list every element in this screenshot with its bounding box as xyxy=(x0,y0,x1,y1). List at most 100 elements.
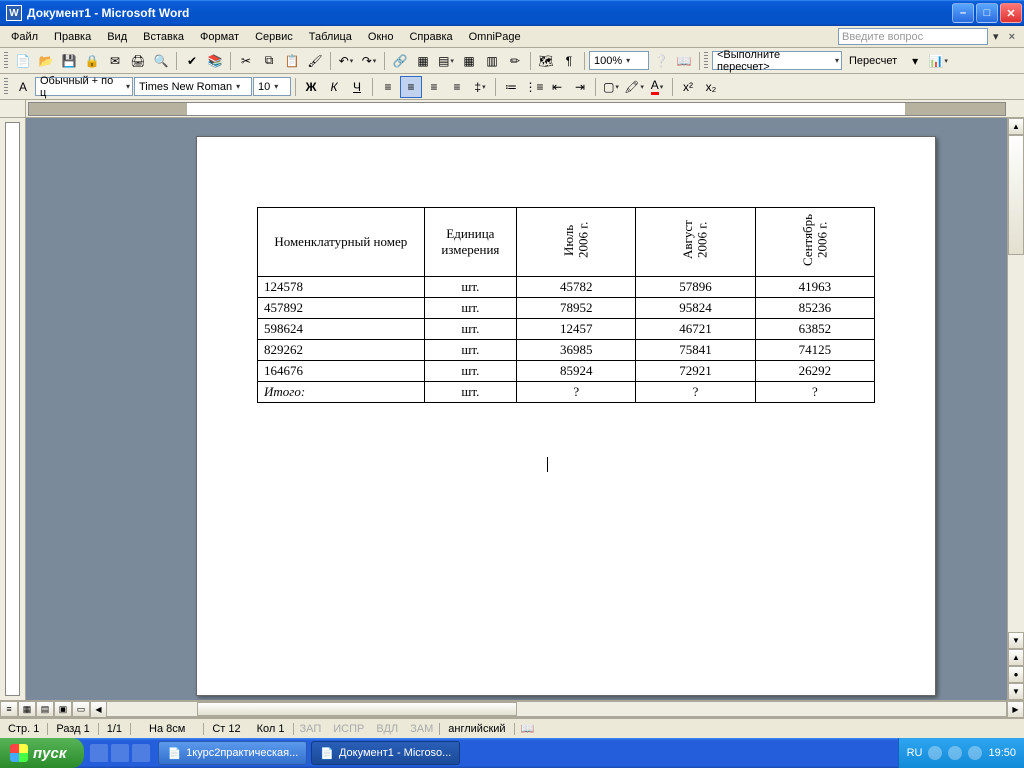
view-web-button[interactable]: ▦ xyxy=(18,701,36,717)
email-button[interactable]: ✉ xyxy=(104,50,126,72)
menu-insert[interactable]: Вставка xyxy=(136,29,191,45)
table-row[interactable]: 164676шт.859247292126292 xyxy=(258,361,875,382)
th-sep[interactable]: Сентябрь 2006 г. xyxy=(755,208,874,277)
font-combo[interactable]: Times New Roman▾ xyxy=(134,77,252,96)
highlight-button[interactable]: 🖍▾ xyxy=(623,76,645,98)
menu-view[interactable]: Вид xyxy=(100,29,134,45)
horizontal-ruler[interactable] xyxy=(0,100,1024,118)
hyperlink-button[interactable]: 🔗 xyxy=(389,50,411,72)
tray-icon[interactable] xyxy=(968,746,982,760)
ql-icon[interactable] xyxy=(111,744,129,762)
drawing-toggle-button[interactable]: ✏ xyxy=(504,50,526,72)
align-center-button[interactable]: ≡ xyxy=(400,76,422,98)
th-aug[interactable]: Август 2006 г. xyxy=(636,208,755,277)
hscroll-thumb[interactable] xyxy=(197,702,517,716)
status-ext[interactable]: ВДЛ xyxy=(370,723,404,735)
taskbar-item-active[interactable]: 📄Документ1 - Microso... xyxy=(311,741,460,765)
menu-omnipage[interactable]: OmniPage xyxy=(462,29,528,45)
hscroll-right-button[interactable]: ▶ xyxy=(1007,701,1024,718)
show-marks-button[interactable]: ¶ xyxy=(558,50,580,72)
hscroll-left-button[interactable]: ◀ xyxy=(90,701,107,718)
vertical-scrollbar[interactable]: ▲ ▼ ▲ ● ▼ xyxy=(1007,118,1024,700)
line-spacing-button[interactable]: ‡▾ xyxy=(469,76,491,98)
view-normal-button[interactable]: ≡ xyxy=(0,701,18,717)
research-button[interactable]: 📚 xyxy=(204,50,226,72)
view-outline-button[interactable]: ▣ xyxy=(54,701,72,717)
tables-borders-button[interactable]: ▦ xyxy=(412,50,434,72)
read-mode-button[interactable]: 📖 xyxy=(673,50,695,72)
scroll-down-button[interactable]: ▼ xyxy=(1008,632,1024,649)
th-nomen[interactable]: Номенклатурный номер xyxy=(258,208,425,277)
formula-button[interactable]: 📊▾ xyxy=(927,50,949,72)
th-unit[interactable]: Единица измерения xyxy=(424,208,517,277)
new-doc-button[interactable]: 📄 xyxy=(12,50,34,72)
menu-table[interactable]: Таблица xyxy=(302,29,359,45)
open-button[interactable]: 📂 xyxy=(35,50,57,72)
hscroll-track[interactable] xyxy=(107,701,1007,717)
ql-icon[interactable] xyxy=(90,744,108,762)
th-jul[interactable]: Июль 2006 г. xyxy=(517,208,636,277)
ask-dropdown-icon[interactable]: ▾ xyxy=(990,30,1002,43)
table-row-total[interactable]: Итого:шт.??? xyxy=(258,382,875,403)
permission-button[interactable]: 🔒 xyxy=(81,50,103,72)
scroll-thumb[interactable] xyxy=(1008,135,1024,255)
align-justify-button[interactable]: ≡ xyxy=(446,76,468,98)
tray-icon[interactable] xyxy=(928,746,942,760)
minimize-button[interactable]: – xyxy=(952,3,974,23)
table-row[interactable]: 124578шт.457825789641963 xyxy=(258,277,875,298)
scroll-up-button[interactable]: ▲ xyxy=(1008,118,1024,135)
vertical-ruler[interactable] xyxy=(0,118,26,700)
recalc-label[interactable]: Пересчет xyxy=(843,55,903,67)
underline-button[interactable]: Ч xyxy=(346,76,368,98)
undo-button[interactable]: ↶▾ xyxy=(335,50,357,72)
tray-icon[interactable] xyxy=(948,746,962,760)
tray-clock[interactable]: 19:50 xyxy=(988,747,1016,759)
status-ovr[interactable]: ЗАМ xyxy=(404,723,440,735)
ask-question-input[interactable]: Введите вопрос xyxy=(838,28,988,45)
menu-file[interactable]: Файл xyxy=(4,29,45,45)
page[interactable]: Номенклатурный номер Единица измерения И… xyxy=(196,136,936,696)
style-combo[interactable]: Обычный + по ц▾ xyxy=(35,77,133,96)
taskbar-item[interactable]: 📄1курс2практическая... xyxy=(158,741,307,765)
paste-button[interactable]: 📋 xyxy=(281,50,303,72)
save-button[interactable]: 💾 xyxy=(58,50,80,72)
close-button[interactable]: ✕ xyxy=(1000,3,1022,23)
menu-help[interactable]: Справка xyxy=(402,29,459,45)
cut-button[interactable]: ✂ xyxy=(235,50,257,72)
font-size-combo[interactable]: 10▾ xyxy=(253,77,291,96)
bullets-button[interactable]: ⋮≡ xyxy=(523,76,545,98)
format-painter-button[interactable]: 🖌 xyxy=(304,50,326,72)
italic-button[interactable]: К xyxy=(323,76,345,98)
copy-button[interactable]: ⧉ xyxy=(258,50,280,72)
borders-button[interactable]: ▢▾ xyxy=(600,76,622,98)
menu-edit[interactable]: Правка xyxy=(47,29,98,45)
view-print-button[interactable]: ▤ xyxy=(36,701,54,717)
table-row[interactable]: 457892шт.789529582485236 xyxy=(258,298,875,319)
ql-icon[interactable] xyxy=(132,744,150,762)
table-row[interactable]: 598624шт.124574672163852 xyxy=(258,319,875,340)
print-preview-button[interactable]: 🔍 xyxy=(150,50,172,72)
redo-button[interactable]: ↷▾ xyxy=(358,50,380,72)
document-area[interactable]: Номенклатурный номер Единица измерения И… xyxy=(26,118,1007,700)
align-left-button[interactable]: ≡ xyxy=(377,76,399,98)
align-right-button[interactable]: ≡ xyxy=(423,76,445,98)
spelling-button[interactable]: ✔ xyxy=(181,50,203,72)
superscript-button[interactable]: x² xyxy=(677,76,699,98)
styles-pane-button[interactable]: A xyxy=(12,76,34,98)
scroll-track[interactable] xyxy=(1008,135,1024,632)
doc-map-button[interactable]: 🗺 xyxy=(535,50,557,72)
increase-indent-button[interactable]: ⇥ xyxy=(569,76,591,98)
numbering-button[interactable]: ≔ xyxy=(500,76,522,98)
toolbar-grip[interactable] xyxy=(704,52,708,70)
help-button[interactable]: ❔ xyxy=(650,50,672,72)
next-page-button[interactable]: ▼ xyxy=(1008,683,1024,700)
tray-lang[interactable]: RU xyxy=(907,747,923,759)
menu-window[interactable]: Окно xyxy=(361,29,401,45)
excel-button[interactable]: ▦ xyxy=(458,50,480,72)
data-table[interactable]: Номенклатурный номер Единица измерения И… xyxy=(257,207,875,403)
columns-button[interactable]: ▥ xyxy=(481,50,503,72)
menu-tools[interactable]: Сервис xyxy=(248,29,300,45)
subscript-button[interactable]: x₂ xyxy=(700,76,722,98)
insert-table-button[interactable]: ▤▾ xyxy=(435,50,457,72)
menu-close-doc-button[interactable]: × xyxy=(1004,31,1020,43)
